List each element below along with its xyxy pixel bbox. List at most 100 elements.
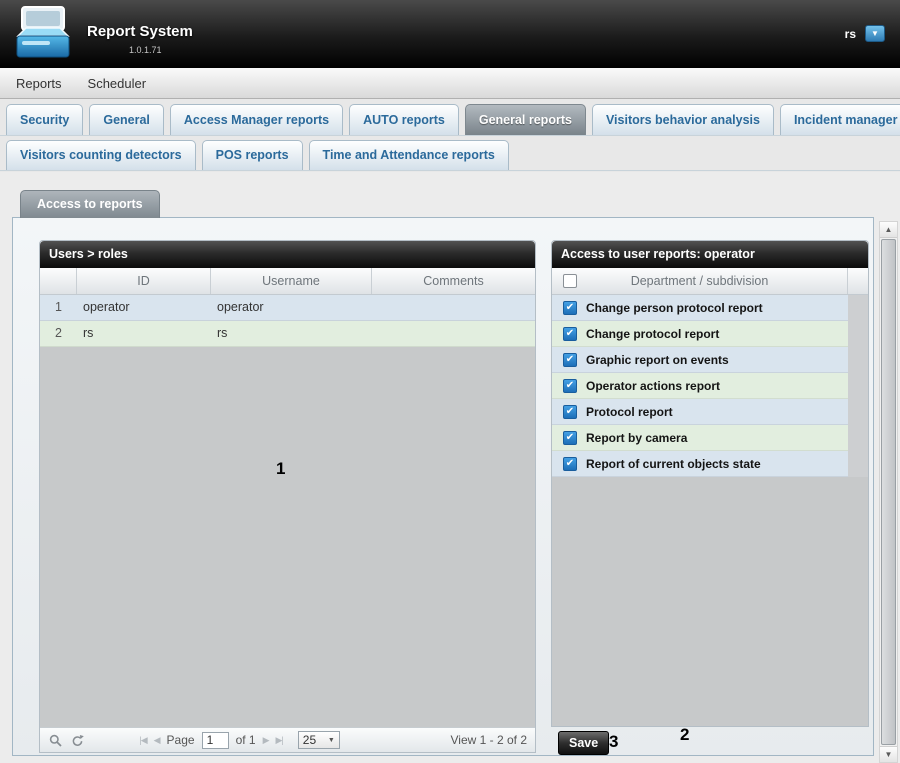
column-header-id[interactable]: ID <box>77 268 211 294</box>
check-icon: ✔ <box>566 303 574 313</box>
select-all-checkbox[interactable]: ✔ <box>563 274 577 288</box>
access-reports-grid: Access to user reports: operator ✔ Depar… <box>551 240 869 727</box>
report-checkbox[interactable]: ✔ <box>563 301 577 315</box>
tab-row-1: Security General Access Manager reports … <box>0 99 900 136</box>
user-row-operator[interactable]: 1 operator operator <box>40 295 535 321</box>
report-row-label: Report by camera <box>586 431 687 445</box>
content-panel: Users > roles ID Username Comments 1 ope… <box>12 217 874 756</box>
app-logo-icon <box>10 5 74 63</box>
main-menubar: Reports Scheduler <box>0 68 900 99</box>
check-icon: ✔ <box>566 355 574 365</box>
column-header-username[interactable]: Username <box>211 268 372 294</box>
tab-auto-reports[interactable]: AUTO reports <box>349 104 459 135</box>
report-row-label: Change person protocol report <box>586 301 763 315</box>
report-row[interactable]: ✔ Graphic report on events <box>552 347 848 373</box>
pager-controls: |◀ ◀ Page of 1 ▶ ▶| 25 ▼ <box>139 731 339 749</box>
tab-visitors-counting-detectors[interactable]: Visitors counting detectors <box>6 140 196 170</box>
report-tabs-area: Security General Access Manager reports … <box>0 99 900 172</box>
tab-row-2: Visitors counting detectors POS reports … <box>0 136 900 171</box>
report-checkbox[interactable]: ✔ <box>563 457 577 471</box>
menu-reports[interactable]: Reports <box>3 76 75 91</box>
report-checkbox[interactable]: ✔ <box>563 379 577 393</box>
report-checkbox[interactable]: ✔ <box>563 327 577 341</box>
username-cell: rs <box>211 321 372 346</box>
row-number: 2 <box>40 321 77 346</box>
report-checkbox[interactable]: ✔ <box>563 431 577 445</box>
column-header-comments[interactable]: Comments <box>372 268 535 294</box>
user-id-cell: operator <box>77 295 211 320</box>
users-roles-grid-title: Users > roles <box>40 241 535 268</box>
check-icon: ✔ <box>566 329 574 339</box>
app-version: 1.0.1.71 <box>129 45 162 55</box>
users-grid-body: 1 <box>40 347 535 727</box>
users-grid-pager: |◀ ◀ Page of 1 ▶ ▶| 25 ▼ View 1 - 2 of 2 <box>40 727 535 752</box>
app-header: Report System 1.0.1.71 rs ▼ <box>0 0 900 68</box>
report-row[interactable]: ✔ Operator actions report <box>552 373 848 399</box>
access-grid-body: 2 <box>552 477 868 726</box>
chevron-down-icon: ▼ <box>871 29 879 38</box>
report-row[interactable]: ✔ Report by camera <box>552 425 848 451</box>
reload-icon[interactable] <box>71 734 84 747</box>
prev-page-button[interactable]: ◀ <box>154 735 160 746</box>
save-button[interactable]: Save <box>558 731 609 755</box>
report-checkbox[interactable]: ✔ <box>563 405 577 419</box>
next-page-button[interactable]: ▶ <box>263 735 269 746</box>
subtab-access-to-reports[interactable]: Access to reports <box>20 190 160 218</box>
scroll-up-button[interactable]: ▲ <box>880 222 897 238</box>
check-icon: ✔ <box>566 407 574 417</box>
access-grid-rows: ✔ Change person protocol report ✔ Change… <box>552 295 868 477</box>
report-system-window: Report System 1.0.1.71 rs ▼ Reports Sche… <box>0 0 900 763</box>
tab-pos-reports[interactable]: POS reports <box>202 140 303 170</box>
access-grid-header-cell: ✔ Department / subdivision <box>552 268 848 294</box>
annotation-2: 2 <box>680 725 689 745</box>
report-row-label: Operator actions report <box>586 379 720 393</box>
current-user-label: rs <box>845 27 856 41</box>
view-status-label: View 1 - 2 of 2 <box>451 733 528 747</box>
annotation-3: 3 <box>609 732 618 752</box>
vertical-scrollbar[interactable]: ▲ ▼ <box>879 221 898 763</box>
tab-general-reports[interactable]: General reports <box>465 104 586 135</box>
report-row[interactable]: ✔ Protocol report <box>552 399 848 425</box>
scroll-down-button[interactable]: ▼ <box>880 746 897 762</box>
page-number-input[interactable] <box>202 732 229 749</box>
report-row-label: Report of current objects state <box>586 457 761 471</box>
column-header-rownum <box>40 268 77 294</box>
last-page-button[interactable]: ▶| <box>276 735 283 746</box>
page-size-select[interactable]: 25 ▼ <box>298 731 340 749</box>
comments-cell <box>372 295 535 320</box>
tab-security[interactable]: Security <box>6 104 83 135</box>
report-row-label: Protocol report <box>586 405 673 419</box>
row-number: 1 <box>40 295 77 320</box>
chevron-down-icon: ▼ <box>328 737 335 744</box>
report-row[interactable]: ✔ Change person protocol report <box>552 295 848 321</box>
first-page-button[interactable]: |◀ <box>139 735 146 746</box>
access-grid-column-headers: ✔ Department / subdivision <box>552 268 868 295</box>
users-grid-column-headers: ID Username Comments <box>40 268 535 295</box>
report-row[interactable]: ✔ Report of current objects state <box>552 451 848 477</box>
user-id-cell: rs <box>77 321 211 346</box>
tab-general[interactable]: General <box>89 104 164 135</box>
username-cell: operator <box>211 295 372 320</box>
check-icon: ✔ <box>566 381 574 391</box>
tab-time-and-attendance-reports[interactable]: Time and Attendance reports <box>309 140 509 170</box>
tab-visitors-behavior-analysis[interactable]: Visitors behavior analysis <box>592 104 774 135</box>
scroll-thumb[interactable] <box>881 239 896 745</box>
search-icon[interactable] <box>49 734 62 747</box>
app-title: Report System <box>87 23 193 40</box>
column-header-department[interactable]: Department / subdivision <box>552 268 847 294</box>
page-size-value: 25 <box>303 733 316 747</box>
access-grid-title: Access to user reports: operator <box>552 241 868 268</box>
check-icon: ✔ <box>566 459 574 469</box>
users-roles-grid: Users > roles ID Username Comments 1 ope… <box>39 240 536 753</box>
report-checkbox[interactable]: ✔ <box>563 353 577 367</box>
tab-incident-manager[interactable]: Incident manager <box>780 104 900 135</box>
annotation-1: 1 <box>276 459 285 479</box>
report-row-label: Graphic report on events <box>586 353 729 367</box>
tab-access-manager-reports[interactable]: Access Manager reports <box>170 104 343 135</box>
report-row[interactable]: ✔ Change protocol report <box>552 321 848 347</box>
check-icon: ✔ <box>566 433 574 443</box>
menu-scheduler[interactable]: Scheduler <box>75 76 160 91</box>
user-row-rs[interactable]: 2 rs rs <box>40 321 535 347</box>
user-menu-button[interactable]: ▼ <box>865 25 885 42</box>
page-of-label: of 1 <box>236 733 256 747</box>
